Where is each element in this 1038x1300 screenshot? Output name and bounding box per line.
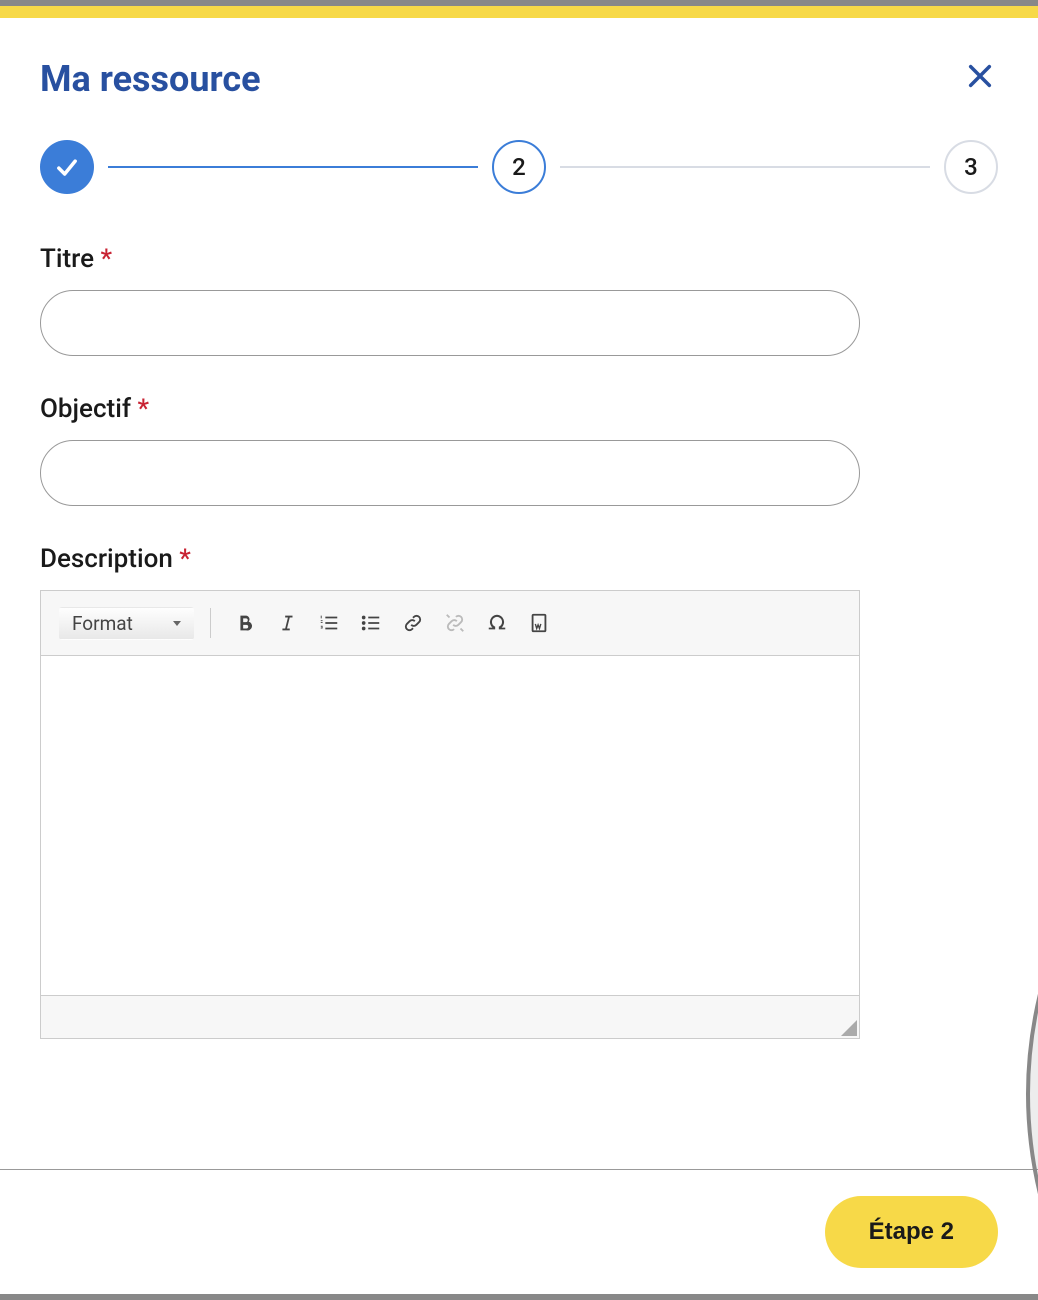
toolbar-separator — [210, 608, 211, 638]
omega-icon — [486, 612, 508, 634]
bold-button[interactable] — [227, 605, 263, 641]
field-description: Description * Format — [40, 544, 998, 1039]
italic-icon — [276, 612, 298, 634]
step-line-2-3 — [560, 166, 930, 168]
unlink-icon — [444, 612, 466, 634]
close-button[interactable] — [962, 58, 998, 98]
rich-text-editor: Format — [40, 590, 860, 1039]
modal-title: Ma ressource — [40, 58, 261, 100]
bullet-list-button[interactable] — [353, 605, 389, 641]
close-icon — [966, 62, 994, 90]
paste-word-button[interactable] — [521, 605, 557, 641]
step-1-completed[interactable] — [40, 140, 94, 194]
accent-bar — [0, 6, 1038, 18]
step-2-label: 2 — [512, 153, 526, 181]
resize-handle[interactable] — [841, 1020, 857, 1036]
bullet-list-icon — [360, 612, 382, 634]
numbered-list-button[interactable] — [311, 605, 347, 641]
modal-dialog: Ma ressource 2 3 — [0, 18, 1038, 1294]
format-dropdown[interactable]: Format — [59, 607, 194, 640]
description-label-text: Description — [40, 544, 179, 574]
format-dropdown-label: Format — [72, 612, 133, 635]
chevron-down-icon — [173, 621, 181, 626]
titre-required: * — [100, 244, 112, 274]
objectif-label-text: Objectif — [40, 394, 137, 424]
step-3-upcoming[interactable]: 3 — [944, 140, 998, 194]
next-step-label: Étape 2 — [869, 1218, 954, 1245]
titre-label-text: Titre — [40, 244, 100, 274]
step-2-active[interactable]: 2 — [492, 140, 546, 194]
link-icon — [402, 612, 424, 634]
description-required: * — [179, 544, 191, 574]
modal-body: Titre * Objectif * Description * Format — [0, 194, 1038, 1169]
modal-backdrop: Ma ressource 2 3 — [0, 0, 1038, 1300]
objectif-label: Objectif * — [40, 394, 998, 424]
check-icon — [53, 153, 81, 181]
editor-content-area[interactable] — [41, 656, 859, 996]
modal-header: Ma ressource — [0, 18, 1038, 100]
bold-icon — [234, 612, 256, 634]
stepper: 2 3 — [0, 100, 1038, 194]
editor-toolbar: Format — [41, 591, 859, 656]
modal-footer: Étape 2 — [0, 1169, 1038, 1294]
link-button[interactable] — [395, 605, 431, 641]
special-char-button[interactable] — [479, 605, 515, 641]
editor-status-bar — [41, 996, 859, 1038]
numbered-list-icon — [318, 612, 340, 634]
objectif-required: * — [137, 394, 149, 424]
unlink-button[interactable] — [437, 605, 473, 641]
italic-button[interactable] — [269, 605, 305, 641]
description-label: Description * — [40, 544, 998, 574]
next-step-button[interactable]: Étape 2 — [825, 1196, 998, 1268]
step-3-label: 3 — [964, 153, 978, 181]
paste-word-icon — [528, 612, 550, 634]
titre-input[interactable] — [40, 290, 860, 356]
field-titre: Titre * — [40, 244, 998, 356]
objectif-input[interactable] — [40, 440, 860, 506]
field-objectif: Objectif * — [40, 394, 998, 506]
step-line-1-2 — [108, 166, 478, 168]
titre-label: Titre * — [40, 244, 998, 274]
